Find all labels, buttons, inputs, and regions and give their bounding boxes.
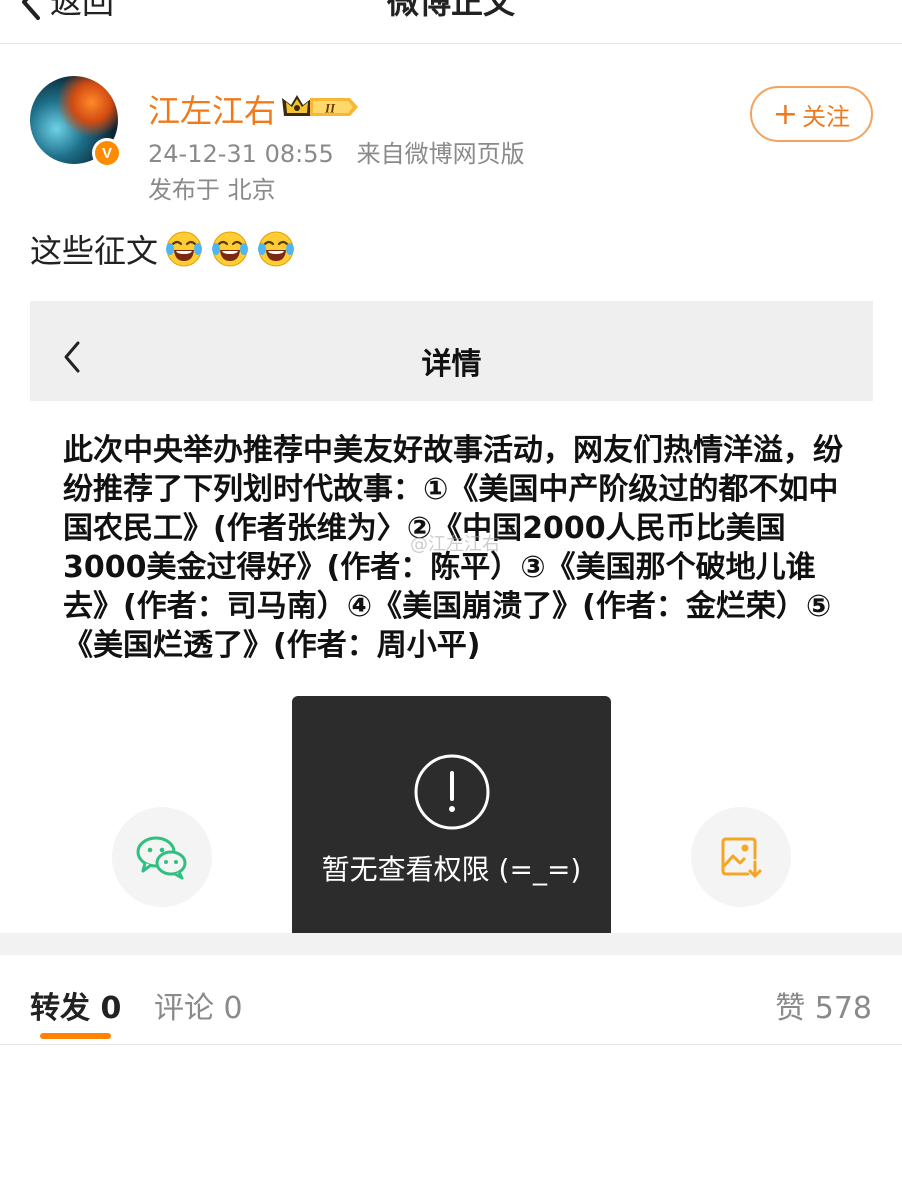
laugh-cry-icon [212,231,249,267]
tab-like[interactable]: 赞 578 [775,983,872,1027]
image-header-bar: 详情 [30,301,873,401]
post-content: 这些征文 [30,226,296,272]
post-meta: 24-12-31 08:55 来自微博网页版 [148,134,525,169]
active-tab-indicator [40,1033,111,1039]
tab-repost[interactable]: 转发 0 [30,983,121,1027]
post-timestamp: 24-12-31 08:55 [148,140,334,168]
laugh-cry-icon [166,231,203,267]
wechat-icon [136,836,187,880]
plus-icon: + [772,96,799,132]
tab-comment[interactable]: 评论 0 [154,983,243,1027]
save-image-icon [721,837,762,878]
author-name[interactable]: 江左江右 [148,86,276,132]
share-wechat-button[interactable] [112,807,212,907]
post-text: 这些征文 [30,232,159,270]
toast-message: 暂无查看权限 (=_=) [321,853,582,886]
laugh-cry-icon [258,231,295,267]
top-nav-bar: 返回 微博正文 [0,0,902,44]
vip-crown-badge-icon: II [282,95,358,116]
section-divider [0,933,902,955]
post-source: 来自微博网页版 [356,140,525,168]
permission-toast: 暂无查看权限 (=_=) [292,696,611,940]
post-location: 发布于 北京 [148,176,276,204]
image-watermark: @江左江右 [410,534,500,555]
page-title: 微博正文 [386,0,515,21]
image-title: 详情 [421,347,482,382]
interaction-tabs: 转发 0 评论 0 赞 578 [0,955,902,1045]
follow-button[interactable]: + 关注 [750,86,873,142]
save-image-button[interactable] [691,807,791,907]
verified-badge: V [92,138,122,168]
exclamation-circle-icon [414,754,490,830]
vip-level-text: II [324,101,336,116]
follow-label: 关注 [802,102,851,131]
